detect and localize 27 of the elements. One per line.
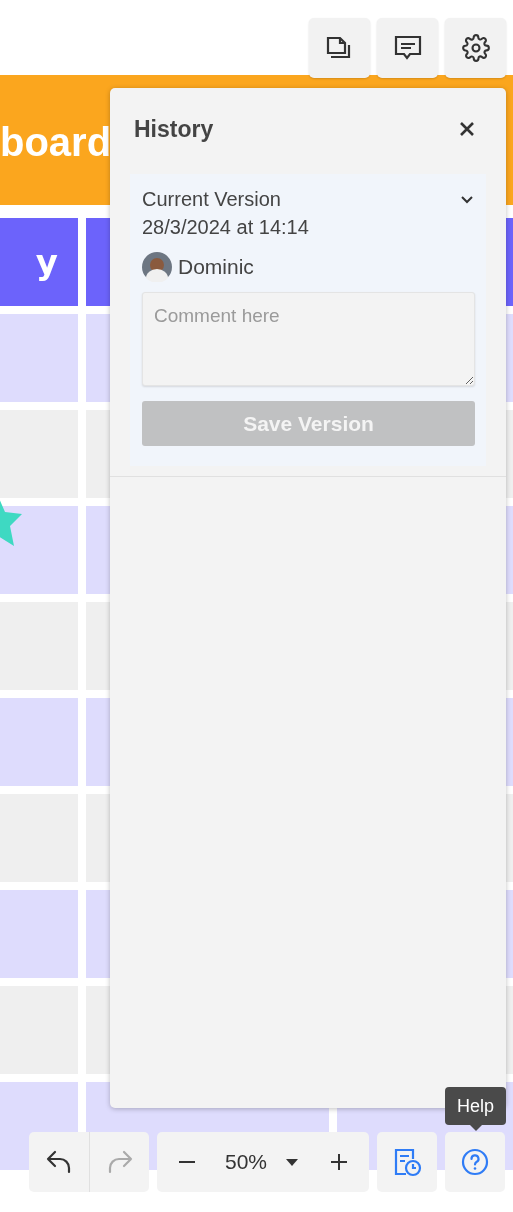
pages-button[interactable] (309, 18, 370, 78)
avatar-icon (142, 252, 172, 282)
settings-icon (461, 34, 490, 62)
undo-icon (46, 1150, 72, 1174)
comment-field[interactable]: Comment here (142, 292, 475, 386)
plus-icon (331, 1154, 347, 1170)
version-history-button[interactable] (377, 1132, 437, 1192)
panel-title: History (134, 115, 214, 143)
column-header: y (0, 218, 78, 306)
author-name: Dominic (178, 255, 254, 279)
chevron-icon (459, 193, 475, 205)
tooltip-pointer-icon (469, 1125, 482, 1131)
settings-button[interactable] (445, 18, 506, 78)
redo-icon (106, 1150, 133, 1174)
document-clock-icon (392, 1147, 422, 1177)
version-date: 28/3/2024 at 14:14 (142, 215, 310, 240)
expand-toggle[interactable] (459, 193, 475, 205)
comments-button[interactable] (377, 18, 438, 78)
comment-icon (393, 35, 422, 61)
help-icon (461, 1148, 489, 1176)
minus-icon (179, 1161, 195, 1163)
close-icon (458, 120, 476, 138)
help-button[interactable] (445, 1132, 505, 1192)
version-title: Current Version (142, 187, 281, 212)
caret-icon (286, 1158, 298, 1166)
help-tooltip: Help (445, 1087, 507, 1125)
board-title: board (0, 119, 112, 166)
